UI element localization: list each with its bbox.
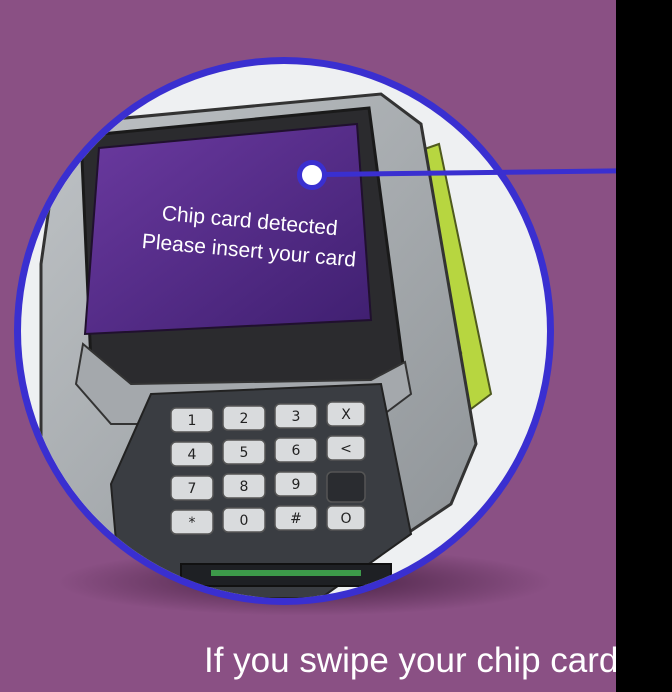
key-label: 1: [188, 413, 197, 429]
key-label: <: [340, 441, 352, 457]
key-label: 9: [292, 477, 301, 493]
illustration-panel: 1 2 3 X 4 5 6 < 7 8 9 * 0 # O Chip card …: [0, 0, 616, 692]
key-label: X: [341, 407, 351, 423]
key-label: 7: [188, 481, 197, 497]
caption-text: If you swipe your chip card: [204, 641, 616, 680]
key-label: 2: [240, 411, 249, 427]
key-label: 3: [292, 409, 301, 425]
key-label: 0: [240, 513, 249, 529]
card-terminal-illustration: 1 2 3 X 4 5 6 < 7 8 9 * 0 # O: [39, 92, 493, 598]
key-label: 5: [240, 445, 249, 461]
key-label: 4: [188, 447, 197, 463]
key-label: *: [189, 515, 196, 531]
callout-dot: [297, 160, 327, 190]
right-margin: [616, 0, 672, 692]
card-slot: [180, 563, 392, 587]
key-label: #: [290, 511, 302, 527]
key-label: O: [340, 511, 351, 527]
key-label: 8: [240, 479, 249, 495]
key-label: 6: [292, 443, 301, 459]
magnifier-circle: 1 2 3 X 4 5 6 < 7 8 9 * 0 # O Chip card …: [14, 57, 554, 605]
